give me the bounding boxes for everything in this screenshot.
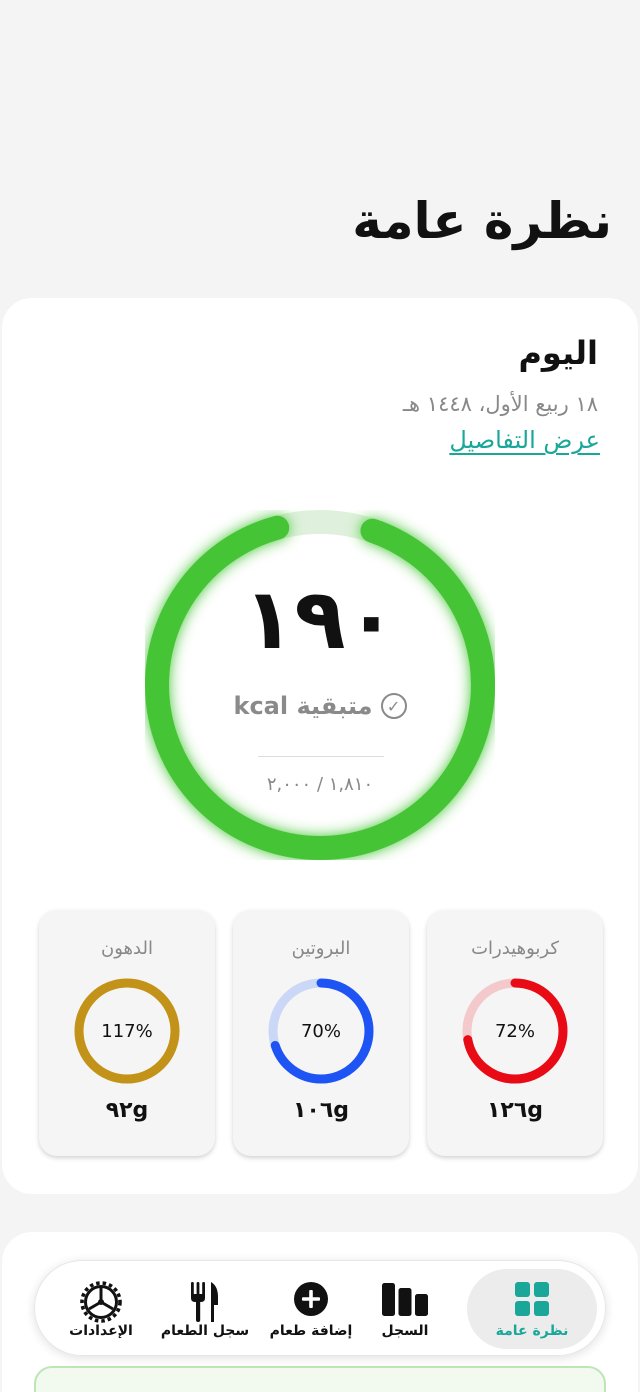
calories-remaining: ١٩٠	[243, 570, 397, 668]
today-title: اليوم	[518, 334, 598, 372]
check-circle-icon: ✓	[380, 693, 407, 719]
plus-circle-icon	[293, 1281, 329, 1321]
bars-icon	[381, 1281, 429, 1321]
bottom-tab-bar: نظرة عامة السجل إضافة طعام سجل الطعام ال…	[34, 1260, 606, 1356]
macro-amount: ٩٢g	[105, 1098, 149, 1123]
macro-label: الدهون	[101, 938, 153, 959]
view-details-link[interactable]: عرض التفاصيل	[449, 426, 600, 454]
macro-amount: ١٠٦g	[292, 1098, 350, 1123]
tab-settings[interactable]: الإعدادات	[45, 1269, 157, 1349]
macro-percent: 70%	[300, 1020, 341, 1042]
tab-food-log[interactable]: سجل الطعام	[149, 1269, 261, 1349]
tab-label: نظرة عامة	[495, 1323, 569, 1339]
tab-overview[interactable]: نظرة عامة	[467, 1269, 597, 1349]
tab-label: الإعدادات	[69, 1323, 133, 1339]
today-card: اليوم ١٨ ربيع الأول، ١٤٤٨ هـ عرض التفاصي…	[2, 298, 638, 1194]
calorie-ring: ١٩٠ ✓ متبقية kcal ١,٨١٠ / ٢,٠٠٠	[145, 510, 495, 860]
ring-divider	[258, 756, 384, 757]
macro-label: كربوهيدرات	[471, 938, 559, 959]
remaining-label: متبقية kcal	[233, 692, 373, 720]
secondary-card-peek	[34, 1366, 606, 1392]
tab-label: إضافة طعام	[269, 1323, 353, 1339]
macro-card-protein[interactable]: البروتين 70% ١٠٦g	[233, 910, 409, 1156]
macro-percent: 72%	[494, 1020, 535, 1042]
macro-label: البروتين	[291, 938, 351, 959]
calories-consumed-total: ١,٨١٠ / ٢,٠٠٠	[266, 774, 374, 795]
gear-icon	[80, 1281, 122, 1327]
tab-add-food[interactable]: إضافة طعام	[255, 1269, 367, 1349]
fork-knife-icon	[189, 1281, 221, 1327]
today-date: ١٨ ربيع الأول، ١٤٤٨ هـ	[402, 392, 598, 416]
macro-amount: ١٢٦g	[486, 1098, 544, 1123]
macro-card-fat[interactable]: الدهون 117% ٩٢g	[39, 910, 215, 1156]
macros-row: كربوهيدرات 72% ١٢٦g البروتين 70% ١٠٦g ال…	[39, 910, 603, 1156]
remaining-label-row: ✓ متبقية kcal	[145, 692, 495, 720]
macro-percent: 117%	[101, 1020, 153, 1042]
tab-label: سجل الطعام	[160, 1323, 250, 1339]
macro-card-carbs[interactable]: كربوهيدرات 72% ١٢٦g	[427, 910, 603, 1156]
overview-screen: نظرة عامة اليوم ١٨ ربيع الأول، ١٤٤٨ هـ ع…	[0, 0, 640, 1392]
grid-icon	[514, 1281, 550, 1321]
page-title: نظرة عامة	[352, 192, 612, 250]
